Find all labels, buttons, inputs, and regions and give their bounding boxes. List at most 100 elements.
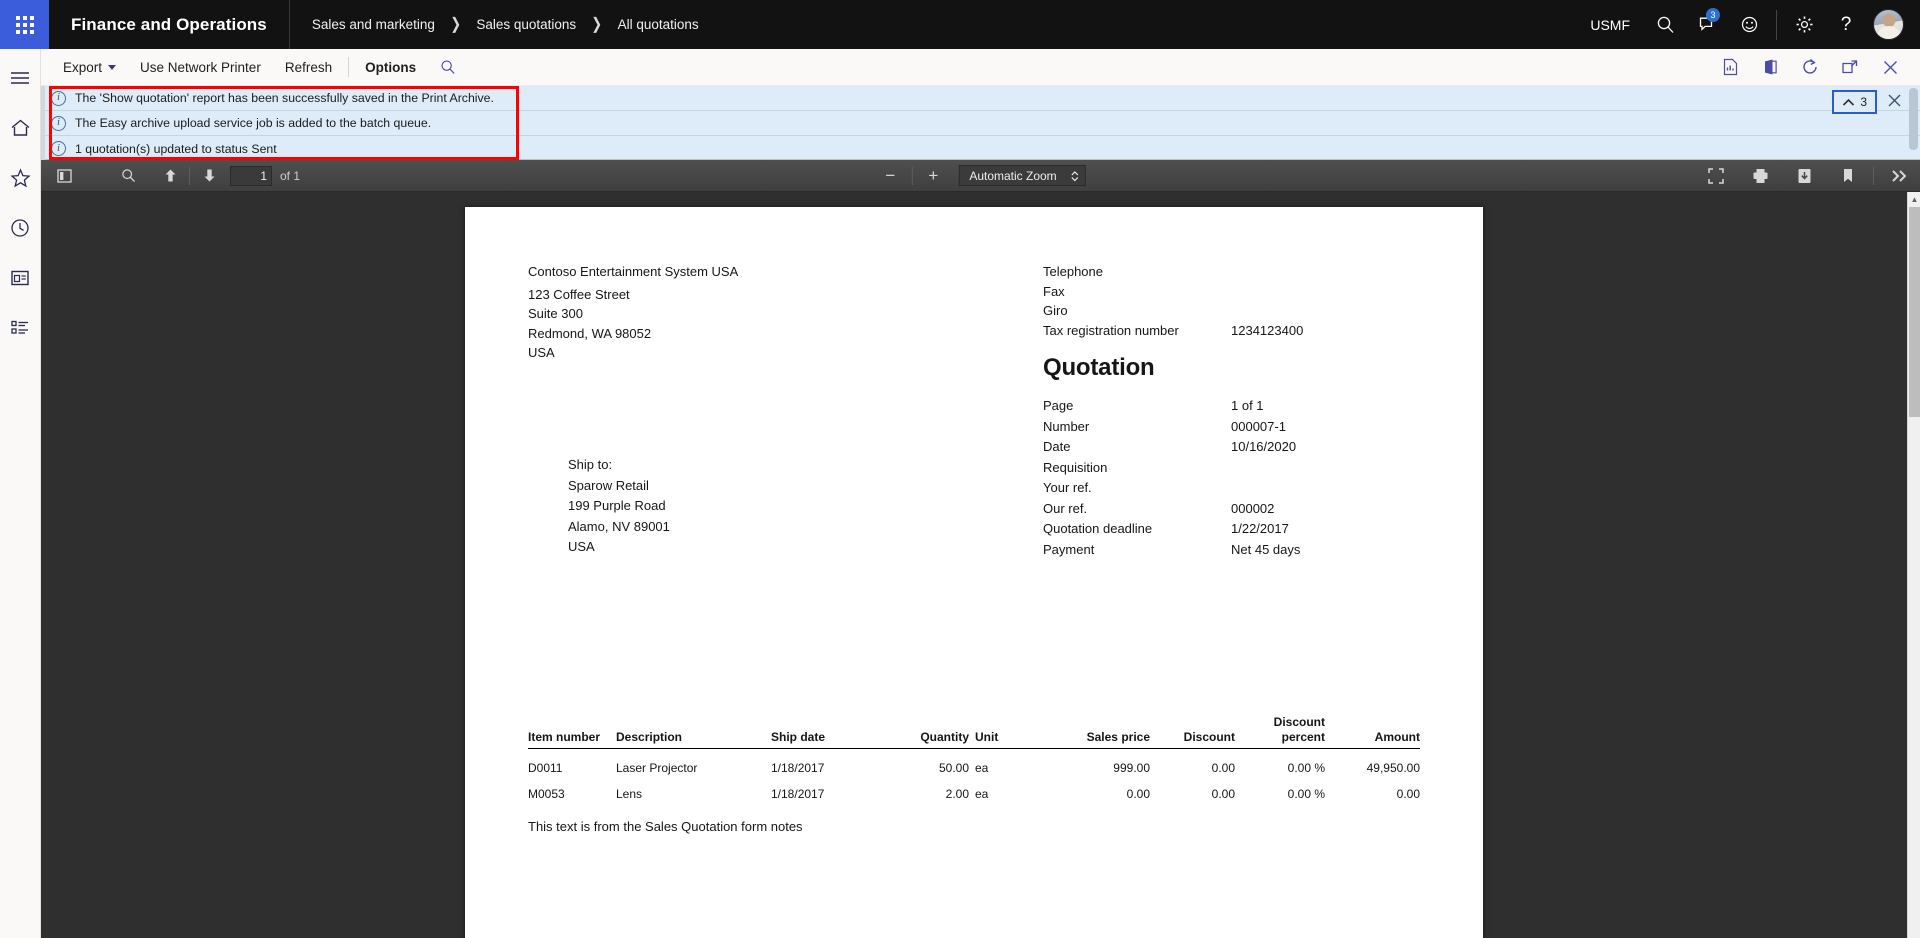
use-network-printer-button[interactable]: Use Network Printer [128,49,273,86]
message-item: i The Easy archive upload service job is… [41,111,1920,136]
zoom-out-button[interactable]: − [875,163,905,189]
chevron-down-icon [108,64,117,70]
message-collapse-button[interactable]: 3 [1832,90,1877,114]
feedback-smiley-icon[interactable] [1728,0,1770,49]
top-navigation-bar: Finance and Operations Sales and marketi… [0,0,1920,49]
workspaces-icon[interactable] [0,261,41,295]
help-icon[interactable]: ? [1825,0,1867,49]
field-label: Requisition [1043,459,1108,475]
ship-to-line: 199 Purple Road [568,498,666,513]
print-icon[interactable] [1745,163,1775,189]
export-button[interactable]: Export [51,49,128,86]
search-icon[interactable] [428,49,468,86]
modules-list-icon[interactable] [0,311,41,345]
zoom-level-select[interactable]: Automatic Zoom [958,165,1086,186]
find-search-icon[interactable] [113,163,143,189]
cell-ship-date: 1/18/2017 [771,787,825,801]
favorites-star-icon[interactable] [0,161,41,195]
notifications-icon[interactable]: 3 [1686,0,1728,49]
zoom-level-label: Automatic Zoom [969,168,1057,183]
message-bar-controls: 3 [1832,90,1902,114]
scroll-up-arrow-icon[interactable]: ▲ [1908,192,1920,206]
cell-item-number: D0011 [528,761,563,775]
message-text: 1 quotation(s) updated to status Sent [75,141,277,156]
pdf-viewer: 1 of 1 − + Automatic Zoom Contoso Entert… [41,160,1920,938]
options-button[interactable]: Options [353,49,428,86]
cell-description: Lens [616,787,643,801]
settings-gear-icon[interactable] [1783,0,1825,49]
scrollbar-thumb[interactable] [1909,207,1920,417]
open-in-office-icon[interactable] [1752,49,1788,86]
hamburger-menu-icon[interactable] [0,61,41,95]
breadcrumb-item-module[interactable]: Sales and marketing [312,17,435,32]
cell-amount: 49,950.00 [1366,761,1420,775]
cell-unit: ea [975,787,989,801]
page-count-label: of 1 [280,168,301,183]
zoom-controls: − + Automatic Zoom [875,163,1086,189]
left-navigation-rail [0,49,41,938]
message-bar-left-edge [41,86,45,160]
contact-row: Telephone [1043,262,1303,282]
recent-clock-icon[interactable] [0,211,41,245]
refresh-page-icon[interactable] [1792,49,1828,86]
table-row: D0011 Laser Projector 1/18/2017 50.00 ea… [528,749,1420,775]
cell-sales-price: 0.00 [1126,787,1150,801]
app-launcher-button[interactable] [0,0,49,49]
presentation-mode-icon[interactable] [1701,163,1731,189]
company-selector[interactable]: USMF [1584,0,1644,49]
page-number-input[interactable]: 1 [230,165,272,186]
zoom-in-button[interactable]: + [918,163,948,189]
search-icon[interactable] [1644,0,1686,49]
breadcrumb-item-section[interactable]: Sales quotations [476,17,576,32]
notification-badge: 3 [1706,8,1720,22]
message-bar: i The 'Show quotation' report has been s… [41,86,1920,160]
pdf-viewer-toolbar: 1 of 1 − + Automatic Zoom [41,160,1920,192]
select-arrows-icon [1071,170,1079,181]
seller-address-line: 123 Coffee Street [528,286,630,302]
message-count: 3 [1860,95,1867,109]
refresh-button[interactable]: Refresh [273,49,344,86]
field-value: 10/16/2020 [1231,439,1297,454]
message-bar-close-button[interactable] [1887,93,1902,112]
previous-page-icon[interactable] [155,163,185,189]
download-icon[interactable] [1789,163,1819,189]
breadcrumb-item-page[interactable]: All quotations [618,17,699,32]
field-label: Payment [1043,541,1095,557]
field-label: Page [1043,398,1074,413]
col-ship-date: Ship date [771,715,889,749]
document-title: Quotation [1043,354,1155,381]
contact-value: 1234123400 [1231,322,1304,338]
open-in-new-window-icon[interactable] [1832,49,1868,86]
more-tools-icon[interactable] [1884,163,1914,189]
bookmark-icon[interactable] [1833,163,1863,189]
chevron-right-icon: ❯ [450,15,462,33]
info-icon: i [51,115,66,131]
home-icon[interactable] [0,111,41,145]
ship-to-label: Ship to: [568,457,613,472]
chevron-up-icon [1843,98,1855,106]
message-bar-scrollbar[interactable] [1909,88,1918,150]
divider [911,166,913,185]
ship-to-line: Alamo, NV 89001 [568,518,670,534]
user-avatar[interactable] [1873,9,1904,40]
app-title: Finance and Operations [71,14,267,34]
field-row: Requisition [1043,458,1300,479]
col-discount-percent: Discount percent [1235,715,1325,749]
field-label: Number [1043,418,1090,434]
field-row: Our ref. 000002 [1043,499,1300,520]
attach-report-icon[interactable] [1712,49,1748,86]
field-row: Quotation deadline 1/22/2017 [1043,519,1300,540]
message-item: i The 'Show quotation' report has been s… [41,86,1920,111]
divider [189,166,190,185]
field-value: Net 45 days [1231,541,1301,557]
next-page-icon[interactable] [194,163,224,189]
message-text: The 'Show quotation' report has been suc… [75,91,494,105]
col-unit: Unit [969,715,1045,749]
sidebar-toggle-icon[interactable] [49,163,79,189]
close-icon[interactable] [1872,49,1908,86]
divider [1776,9,1777,40]
pdf-vertical-scrollbar[interactable]: ▲ [1907,192,1920,938]
field-label: Quotation deadline [1043,521,1153,536]
pdf-page-canvas: Contoso Entertainment System USA 123 Cof… [41,192,1907,938]
col-item-number: Item number [528,715,616,749]
